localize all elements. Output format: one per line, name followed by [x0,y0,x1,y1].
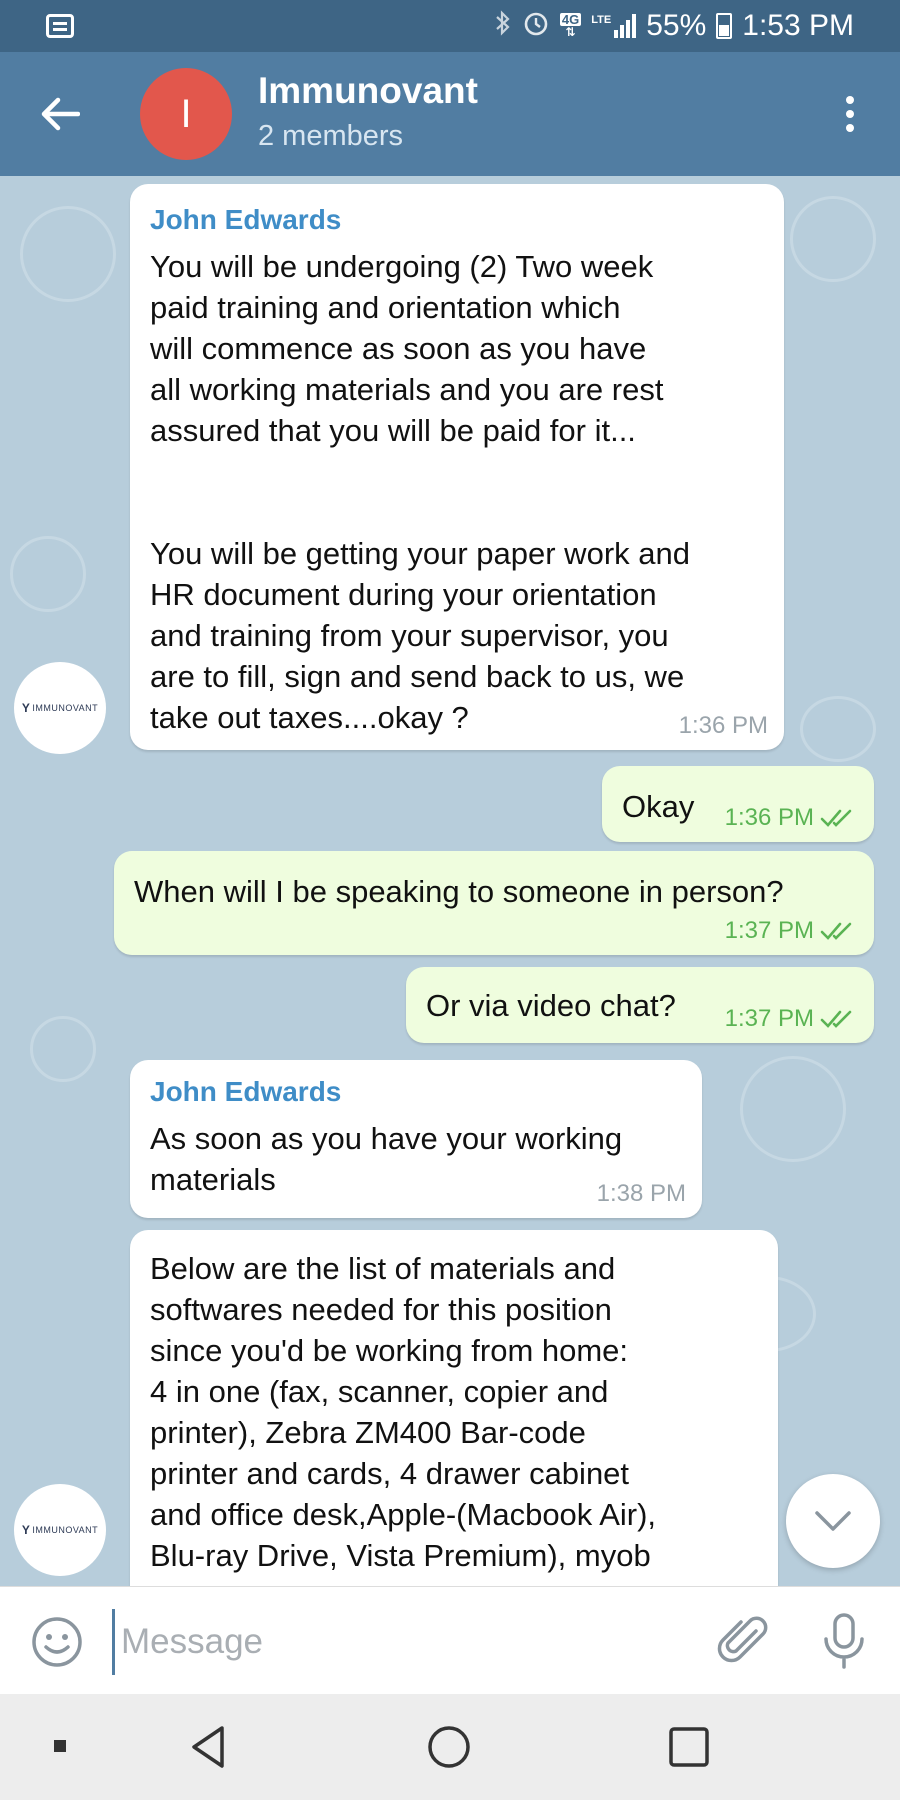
avatar-letter: I [180,91,192,136]
status-bar: 4G ⇅ LTE 55% 1:53 PM [0,0,900,52]
lte-signal-icon: LTE [591,14,637,38]
square-recents-icon [669,1727,709,1767]
message-time: 1:36 PM [724,804,814,831]
paperclip-icon [717,1616,768,1663]
message-text: You will be undergoing (2) Two week paid… [150,249,690,735]
message-time: 1:37 PM [724,1005,814,1032]
wallpaper-doodle [10,536,86,612]
circle-home-icon [428,1726,470,1768]
alarm-icon [522,9,550,44]
sender-name[interactable]: John Edwards [150,1076,682,1108]
wallpaper-doodle [800,696,876,762]
avatar-logo-text: IMMUNOVANT [32,1525,99,1535]
nav-small-square-button[interactable] [36,1722,86,1772]
sender-avatar[interactable]: Y IMMUNOVANT [14,662,106,754]
sender-avatar[interactable]: Y IMMUNOVANT [14,1484,106,1576]
double-check-icon [820,809,852,827]
double-check-icon [820,922,852,940]
message-meta: 1:38 PM [597,1180,686,1208]
immunovant-logo-icon: Y [21,701,31,715]
sender-name[interactable]: John Edwards [150,204,764,236]
small-square-icon [54,1740,66,1752]
message-time: 1:36 PM [678,712,768,739]
chat-header: I Immunovant 2 members [0,52,900,176]
message-input[interactable] [112,1609,703,1675]
chat-title[interactable]: Immunovant [258,70,478,112]
lte-label: LTE [591,14,612,26]
nav-back-button[interactable] [186,1722,236,1772]
group-avatar[interactable]: I [140,68,232,160]
notification-icon [46,14,74,38]
message-bubble[interactable]: Or via video chat? 1:37 PM [406,967,874,1043]
avatar-logo-text: IMMUNOVANT [32,703,99,713]
message-bubble[interactable]: Okay 1:36 PM [602,766,874,842]
nav-home-button[interactable] [424,1722,474,1772]
message-bubble[interactable]: Below are the list of materials and soft… [130,1230,778,1586]
dot-icon [846,124,854,132]
nav-recents-button[interactable] [664,1722,714,1772]
message-meta: 1:36 PM [725,804,858,832]
more-options-button[interactable] [826,86,874,142]
chevron-down-icon [815,1511,851,1531]
arrow-left-icon [41,97,80,131]
message-text: When will I be speaking to someone in pe… [134,874,784,909]
attach-button[interactable] [716,1613,772,1669]
message-time: 1:38 PM [596,1180,686,1207]
message-meta: 1:36 PM [679,712,768,740]
message-text: Below are the list of materials and soft… [150,1251,657,1573]
wallpaper-doodle [740,1056,846,1162]
member-count[interactable]: 2 members [258,120,403,153]
microphone-button[interactable] [816,1611,872,1671]
message-list[interactable]: Y IMMUNOVANT John Edwards You will be und… [0,176,900,1586]
4g-icon: 4G ⇅ [559,12,582,39]
battery-percent: 55% [646,9,707,42]
smiley-icon [32,1617,82,1667]
dot-icon [846,110,854,118]
message-time: 1:37 PM [724,917,814,944]
status-icons: 4G ⇅ LTE 55% 1:53 PM [494,0,854,52]
scroll-down-button[interactable] [786,1474,880,1568]
wallpaper-doodle [790,196,876,282]
back-button[interactable] [30,84,90,144]
message-meta: 1:37 PM [725,917,858,945]
composer-bar [0,1586,900,1695]
double-check-icon [820,1010,852,1028]
wallpaper-doodle [30,1016,96,1082]
message-bubble[interactable]: John Edwards As soon as you have your wo… [130,1060,702,1218]
wallpaper-doodle [20,206,116,302]
immunovant-logo-icon: Y [21,1523,31,1537]
triangle-back-icon [192,1726,224,1768]
emoji-button[interactable] [30,1615,84,1669]
message-bubble[interactable]: John Edwards You will be undergoing (2) … [130,184,784,750]
message-meta: 1:37 PM [725,1005,858,1033]
clock: 1:53 PM [742,9,854,42]
battery-icon [716,13,733,39]
microphone-icon [824,1613,864,1669]
dot-icon [846,96,854,104]
system-nav-bar [0,1694,900,1800]
bluetooth-icon [494,9,512,44]
message-bubble[interactable]: When will I be speaking to someone in pe… [114,851,874,955]
